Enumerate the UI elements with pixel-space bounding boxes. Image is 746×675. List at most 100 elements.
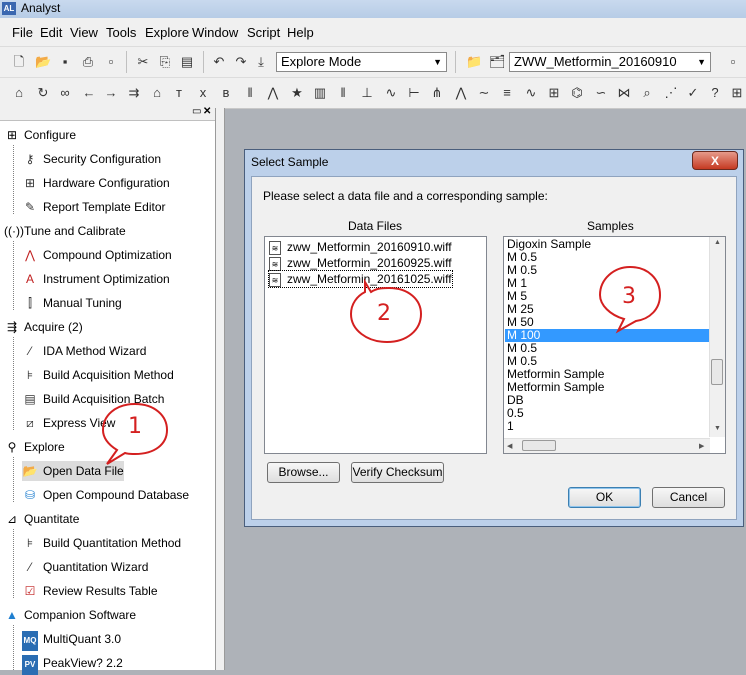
cancel-button[interactable]: Cancel [652,487,725,508]
nav-item-manual-tuning[interactable]: ⫿ Manual Tuning [22,293,122,313]
xic-icon[interactable]: x [196,86,210,100]
bpc-icon[interactable]: ʙ [219,86,233,100]
histogram-icon[interactable]: ▥ [313,86,327,100]
project-folder-icon[interactable]: 🗂 [489,55,506,69]
axis-icon[interactable]: ⊢ [407,86,421,100]
verify-checksum-button[interactable]: Verify Checksum [351,462,444,483]
file-list-item[interactable]: ≋ zww_Metformin_20160925.wiff [269,255,452,271]
panel-splitter[interactable] [216,108,225,670]
back-arrow-icon[interactable]: ← [82,86,96,100]
vertical-scroll-thumb[interactable] [711,359,723,385]
sample-list-item[interactable]: Digoxin Sample [507,238,707,251]
nav-item-ida-method-wizard[interactable]: ⁄ IDA Method Wizard [22,341,146,361]
smooth-icon[interactable]: ∿ [524,86,538,100]
highlight-icon[interactable]: ★ [290,86,304,100]
refresh-icon[interactable]: ↻ [36,86,50,100]
menu-script[interactable]: Script [247,25,280,40]
nav-item-review-results-table[interactable]: ☑ Review Results Table [22,581,158,601]
nav-category-acquire[interactable]: ⇶ Acquire (2) [4,318,83,336]
zoom-icon[interactable]: ⌕ [640,86,654,100]
menu-tools[interactable]: Tools [106,25,136,40]
dialog-close-button[interactable]: X [692,151,738,170]
nav-category-explore[interactable]: ⚲ Explore [4,438,65,456]
nav-item-build-acquisition-method[interactable]: ⊧ Build Acquisition Method [22,365,174,385]
sample-list-item[interactable]: DB [507,394,707,407]
samples-horizontal-scrollbar[interactable]: ◀ ▶ [504,438,710,453]
nav-item-quantitation-wizard[interactable]: ⁄ Quantitation Wizard [22,557,148,577]
close-icon[interactable]: ✕ [203,106,211,117]
menu-view[interactable]: View [70,25,98,40]
step-icon[interactable]: ⇉ [127,86,141,100]
nav-item-peakview[interactable]: PV PeakView? 2.2 [22,653,123,675]
compare-icon[interactable]: ⊞ [547,86,561,100]
mode-select[interactable]: Explore Mode ▼ [276,52,447,72]
print-preview-icon[interactable]: ▫ [104,55,118,69]
scroll-right-icon[interactable]: ▶ [699,442,704,450]
chart-house-icon[interactable]: ⌂ [150,86,164,100]
link-icon[interactable]: ∞ [58,86,72,100]
download-icon[interactable]: ⤓ [254,55,268,69]
scroll-up-icon[interactable]: ▲ [714,239,721,246]
nav-item-report-template-editor[interactable]: ✎ Report Template Editor [22,197,166,217]
nav-item-open-compound-database[interactable]: ⛁ Open Compound Database [22,485,189,505]
horizontal-scroll-thumb[interactable] [522,440,556,451]
graph-icon[interactable]: ⋰ [664,86,678,100]
menu-help[interactable]: Help [287,25,314,40]
sample-list-item[interactable]: Metformin Sample [507,381,707,394]
nav-item-multiquant[interactable]: MQ MultiQuant 3.0 [22,629,121,651]
nav-category-tune[interactable]: ((·))Tune and Calibrate [4,222,126,240]
save-icon[interactable]: ▪ [58,55,72,69]
scroll-left-icon[interactable]: ◀ [507,442,512,450]
project-select[interactable]: ZWW_Metformin_20160910 ▼ [509,52,711,72]
restore-icon[interactable]: ▭ [192,106,201,117]
forward-arrow-icon[interactable]: → [104,86,118,100]
peak-icon[interactable]: ⋀ [266,86,280,100]
paste-icon[interactable]: ▤ [180,55,194,69]
scroll-down-icon[interactable]: ▼ [714,425,721,432]
open-folder-icon[interactable]: 📂 [35,55,51,69]
file-list-item[interactable]: ≋ zww_Metformin_20160910.wiff [269,239,452,255]
spectrum-icon[interactable]: ‖ [243,86,257,100]
peaks-icon[interactable]: ⋀ [454,86,468,100]
nav-item-compound-optimization[interactable]: ⋀ Compound Optimization [22,245,172,265]
cut-icon[interactable]: ✂ [136,55,150,69]
molecule-icon[interactable]: ⌬ [570,86,584,100]
samples-vertical-scrollbar[interactable]: ▲ ▼ [709,237,725,437]
check-icon[interactable]: ✓ [686,86,700,100]
sample-list-item[interactable]: 1 [507,420,707,433]
tic-icon[interactable]: ᴛ [172,86,186,100]
nav-item-build-quantitation-method[interactable]: ⊧ Build Quantitation Method [22,533,181,553]
menu-explore[interactable]: Explore [145,25,189,40]
ladder-icon[interactable]: ⊞ [730,86,744,100]
print-icon[interactable]: ⎙ [81,55,95,69]
undo-icon[interactable]: ↶ [212,55,226,69]
scale-icon[interactable]: ⋈ [617,86,631,100]
copy-icon[interactable]: ⎘ [158,55,172,69]
sample-list-item[interactable]: 0.5 [507,407,707,420]
overlay-icon[interactable]: ∽ [594,86,608,100]
help-icon[interactable]: ? [708,86,722,100]
nav-item-security-configuration[interactable]: ⚷ Security Configuration [22,149,161,169]
nav-category-configure[interactable]: ⊞ Configure [4,126,76,144]
menu-file[interactable]: File [12,25,33,40]
ok-button[interactable]: OK [568,487,641,508]
redo-icon[interactable]: ↷ [234,55,248,69]
stack-icon[interactable]: ≡ [500,86,514,100]
nav-category-quantitate[interactable]: ⊿ Quantitate [4,510,79,528]
bars-icon[interactable]: ‖ [336,86,350,100]
trend-icon[interactable]: ∼ [477,86,491,100]
nav-item-instrument-optimization[interactable]: A Instrument Optimization [22,269,170,289]
home-icon[interactable]: ⌂ [12,86,26,100]
wave-icon[interactable]: ∿ [384,86,398,100]
overflow-icon[interactable]: ▫ [726,55,740,69]
folder-icon[interactable]: 📁 [466,55,482,69]
menu-edit[interactable]: Edit [40,25,62,40]
split-icon[interactable]: ⋔ [430,86,444,100]
browse-button[interactable]: Browse... [267,462,340,483]
baseline-icon[interactable]: ⊥ [360,86,374,100]
menu-window[interactable]: Window [192,25,238,40]
sample-list-item[interactable]: M 0.5 [507,342,707,355]
new-file-icon[interactable]: 🗋 [12,55,26,69]
nav-category-companion-software[interactable]: ▲ Companion Software [4,606,136,624]
nav-item-hardware-configuration[interactable]: ⊞ Hardware Configuration [22,173,170,193]
